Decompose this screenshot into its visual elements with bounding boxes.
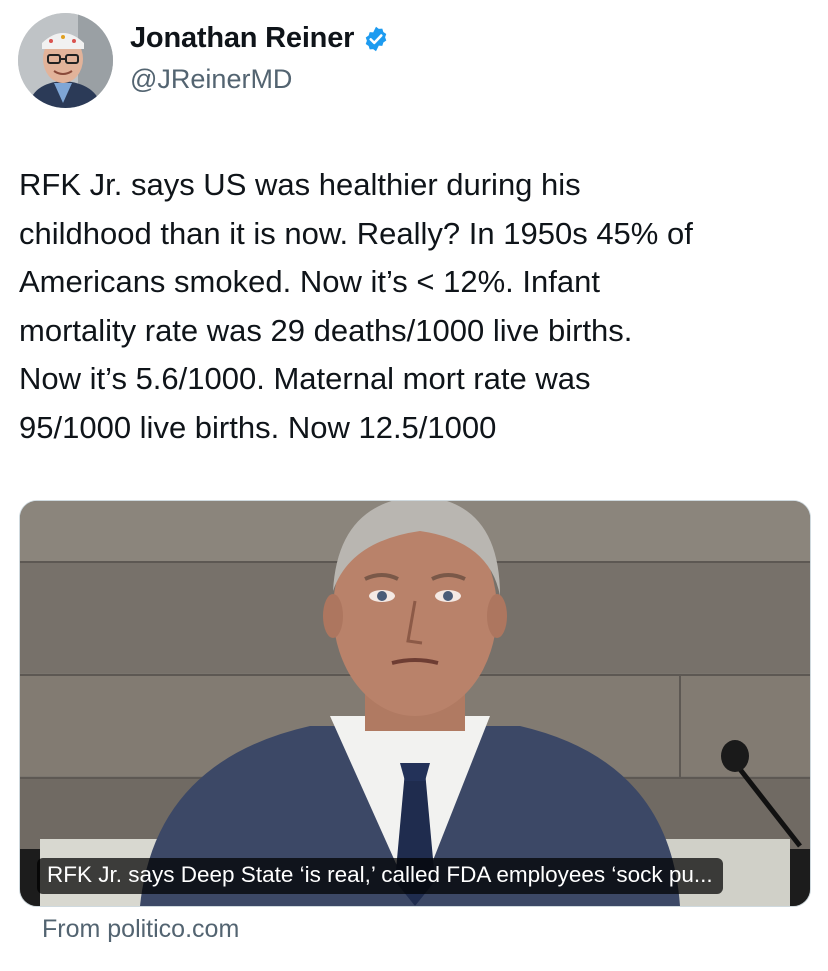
link-card-caption[interactable]: RFK Jr. says Deep State ‘is real,’ calle…	[37, 858, 723, 894]
author-handle[interactable]: @JReinerMD	[130, 64, 292, 95]
link-card-image	[20, 501, 810, 906]
link-source[interactable]: From politico.com	[42, 915, 239, 944]
author-name-row[interactable]: Jonathan Reiner	[130, 22, 390, 55]
tweet-text: RFK Jr. says US was healthier during his…	[19, 167, 693, 445]
author-display-name[interactable]: Jonathan Reiner	[130, 22, 354, 55]
link-card[interactable]: RFK Jr. says Deep State ‘is real,’ calle…	[19, 500, 811, 907]
verified-badge-icon	[362, 25, 390, 53]
author-avatar[interactable]	[18, 13, 113, 108]
